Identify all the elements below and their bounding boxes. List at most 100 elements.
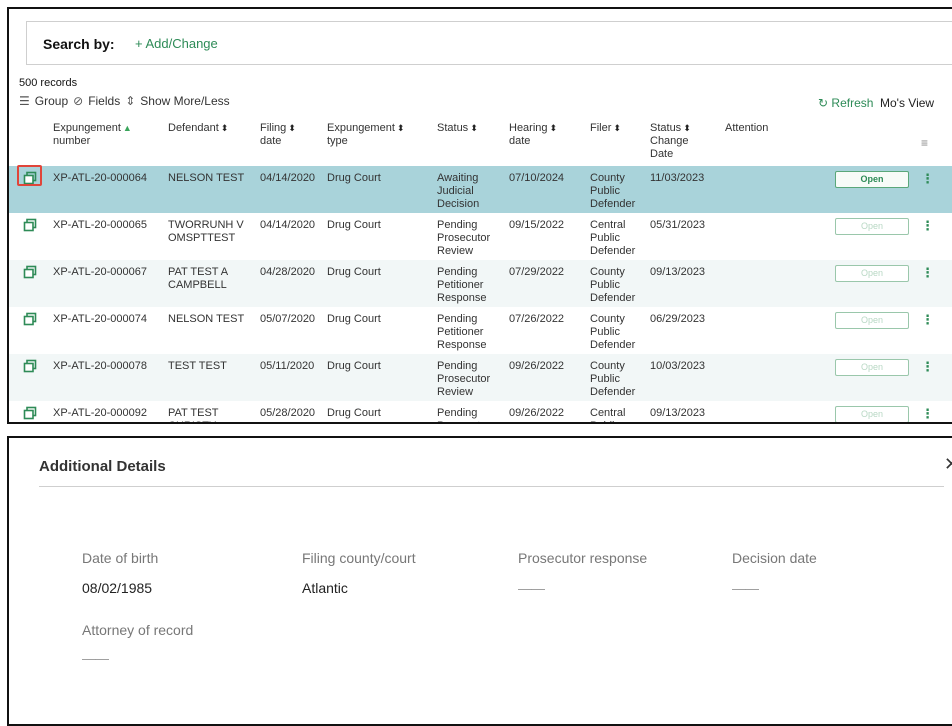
more-options-icon[interactable]: ⋮ xyxy=(921,359,934,375)
sort-icon[interactable]: ⬍ xyxy=(397,123,405,133)
column-header-defendant[interactable]: Defendant ⬍ xyxy=(168,122,228,135)
hearing-date-cell: 07/26/2022 xyxy=(509,313,565,325)
filer-cell-line: County xyxy=(590,313,625,325)
open-button[interactable]: Open xyxy=(835,171,909,188)
column-filter-icon[interactable]: ≡ xyxy=(921,136,928,150)
refresh-icon: ↻ xyxy=(818,96,829,110)
fields-button[interactable]: Fields xyxy=(88,94,120,108)
table-row[interactable]: XP-ATL-20-000092 PAT TESTCHRISTY 05/28/202… xyxy=(9,401,952,422)
open-button[interactable]: Open xyxy=(835,265,909,282)
defendant-cell: PAT TESTCHRISTY xyxy=(168,407,219,422)
filer-cell-line: Public xyxy=(590,326,620,338)
hearing-date-cell: 07/10/2024 xyxy=(509,172,565,184)
open-record-icon[interactable] xyxy=(23,265,37,279)
status-cell: Pending Petitioner Response xyxy=(437,313,487,352)
open-record-icon[interactable] xyxy=(23,406,37,420)
sort-icon[interactable]: ⬍ xyxy=(550,123,558,133)
defendant-cell: NELSON TEST xyxy=(168,172,244,185)
column-header-expungement-type[interactable]: Expungement ⬍ type xyxy=(327,122,404,148)
add-change-link[interactable]: + Add/Change xyxy=(135,36,218,51)
table-row[interactable]: XP-ATL-20-000065 TWORRUNH V OMSPTTEST 04/14… xyxy=(9,213,952,260)
filing-date-cell: 05/28/2020 xyxy=(260,407,316,419)
sort-icon[interactable]: ⬍ xyxy=(683,123,691,133)
divider xyxy=(39,486,944,487)
more-options-icon[interactable]: ⋮ xyxy=(921,312,934,328)
expungement-type-cell: Drug Court xyxy=(327,172,381,184)
column-header-text: Status xyxy=(650,122,682,134)
more-options-icon[interactable]: ⋮ xyxy=(921,406,934,422)
column-header-text: number xyxy=(53,135,91,147)
more-options-icon[interactable]: ⋮ xyxy=(921,218,934,234)
sort-icon[interactable]: ⬍ xyxy=(470,123,478,133)
expungement-number-cell: XP-ATL-20-000078 xyxy=(53,360,147,372)
status-change-date-cell: 05/31/2023 xyxy=(650,219,706,231)
table-row[interactable]: XP-ATL-20-000064 NELSON TEST 04/14/2020 Dru… xyxy=(9,165,952,213)
filer-cell-line: Defender xyxy=(590,386,636,398)
column-header-text: Attention xyxy=(725,122,769,134)
open-button[interactable]: Open xyxy=(835,406,909,422)
open-record-icon[interactable] xyxy=(23,218,37,232)
refresh-button[interactable]: ↻ Refresh xyxy=(818,96,873,110)
more-options-icon[interactable]: ⋮ xyxy=(921,171,934,187)
expungement-number-cell: XP-ATL-20-000065 xyxy=(53,219,147,231)
expungement-number-cell: XP-ATL-20-000064 xyxy=(53,172,147,184)
column-header-text: Filer xyxy=(590,122,612,134)
column-header-text: Defendant xyxy=(168,122,219,134)
column-header-filing-date[interactable]: Filing ⬍ date xyxy=(260,122,296,148)
status-cell-line: Pending xyxy=(437,266,478,278)
column-header-status[interactable]: Status ⬍ xyxy=(437,122,478,135)
sort-icon[interactable]: ⬍ xyxy=(613,123,621,133)
sort-ascending-icon[interactable]: ▲ xyxy=(123,123,132,133)
table-row[interactable]: XP-ATL-20-000078 TEST TEST 05/11/2020 Drug … xyxy=(9,354,952,401)
status-change-date-cell: 10/03/2023 xyxy=(650,360,706,372)
column-header-attention[interactable]: Attention xyxy=(725,122,768,135)
expungement-type-cell: Drug Court xyxy=(327,360,381,372)
hearing-date-cell: 09/26/2022 xyxy=(509,360,565,372)
sort-icon[interactable]: ⬍ xyxy=(221,123,229,133)
filer-cell-line: Public xyxy=(590,232,620,244)
group-button[interactable]: Group xyxy=(35,94,68,108)
table-toolbar: ☰ Group ⊘ Fields ⇕ Show More/Less xyxy=(19,94,230,108)
search-by-label: Search by: xyxy=(43,36,115,52)
open-button[interactable]: Open xyxy=(835,359,909,376)
table-row[interactable]: XP-ATL-20-000074 NELSON TEST 05/07/2020 Dru… xyxy=(9,307,952,354)
status-cell-line: Petitioner xyxy=(437,326,484,338)
more-options-icon[interactable]: ⋮ xyxy=(921,265,934,281)
status-cell-line: Prosecutor xyxy=(437,420,490,422)
attorney-value: —— xyxy=(82,650,109,666)
status-change-date-cell: 09/13/2023 xyxy=(650,407,706,419)
filer-cell: County Public Defender xyxy=(590,360,635,399)
open-record-icon[interactable] xyxy=(23,312,37,326)
status-cell: Pending Prosecutor Review xyxy=(437,219,490,258)
defendant-cell: TEST TEST xyxy=(168,360,227,373)
defendant-cell-line: TEST TEST xyxy=(168,360,227,372)
highlight-box xyxy=(17,165,42,186)
decision-date-label: Decision date xyxy=(732,550,817,566)
status-cell-line: Pending xyxy=(437,219,478,231)
filing-date-cell: 04/28/2020 xyxy=(260,266,316,278)
defendant-cell: TWORRUNH V OMSPTTEST xyxy=(168,219,244,245)
table-header: Expungement ▲ number Defendant ⬍ Filing ⬍ date E… xyxy=(9,122,952,166)
expungement-number-cell: XP-ATL-20-000074 xyxy=(53,313,147,325)
table-row[interactable]: XP-ATL-20-000067 PAT TEST A CAMPBELL 04/28/… xyxy=(9,260,952,307)
filer-cell-line: County xyxy=(590,360,625,372)
column-header-filer[interactable]: Filer ⬍ xyxy=(590,122,621,135)
sort-icon[interactable]: ⬍ xyxy=(288,123,296,133)
column-header-expungement-number[interactable]: Expungement ▲ number xyxy=(53,122,132,148)
open-record-icon[interactable] xyxy=(23,359,37,373)
filer-cell-line: Central xyxy=(590,407,626,419)
column-header-text: Status xyxy=(437,122,469,134)
status-change-date-cell: 06/29/2023 xyxy=(650,313,706,325)
attorney-label: Attorney of record xyxy=(82,622,194,638)
status-change-date-cell: 09/13/2023 xyxy=(650,266,706,278)
column-header-hearing-date[interactable]: Hearing ⬍ date xyxy=(509,122,557,148)
column-header-status-change-date[interactable]: Status ⬍ Change Date xyxy=(650,122,691,161)
filer-cell-line: Defender xyxy=(590,292,636,304)
open-button[interactable]: Open xyxy=(835,312,909,329)
view-selector[interactable]: Mo's View xyxy=(880,96,934,110)
show-more-less-button[interactable]: Show More/Less xyxy=(140,94,229,108)
open-button[interactable]: Open xyxy=(835,218,909,235)
close-icon[interactable]: ✕ xyxy=(944,454,952,475)
defendant-cell: PAT TEST A CAMPBELL xyxy=(168,266,228,292)
filer-cell-line: County xyxy=(590,172,625,184)
